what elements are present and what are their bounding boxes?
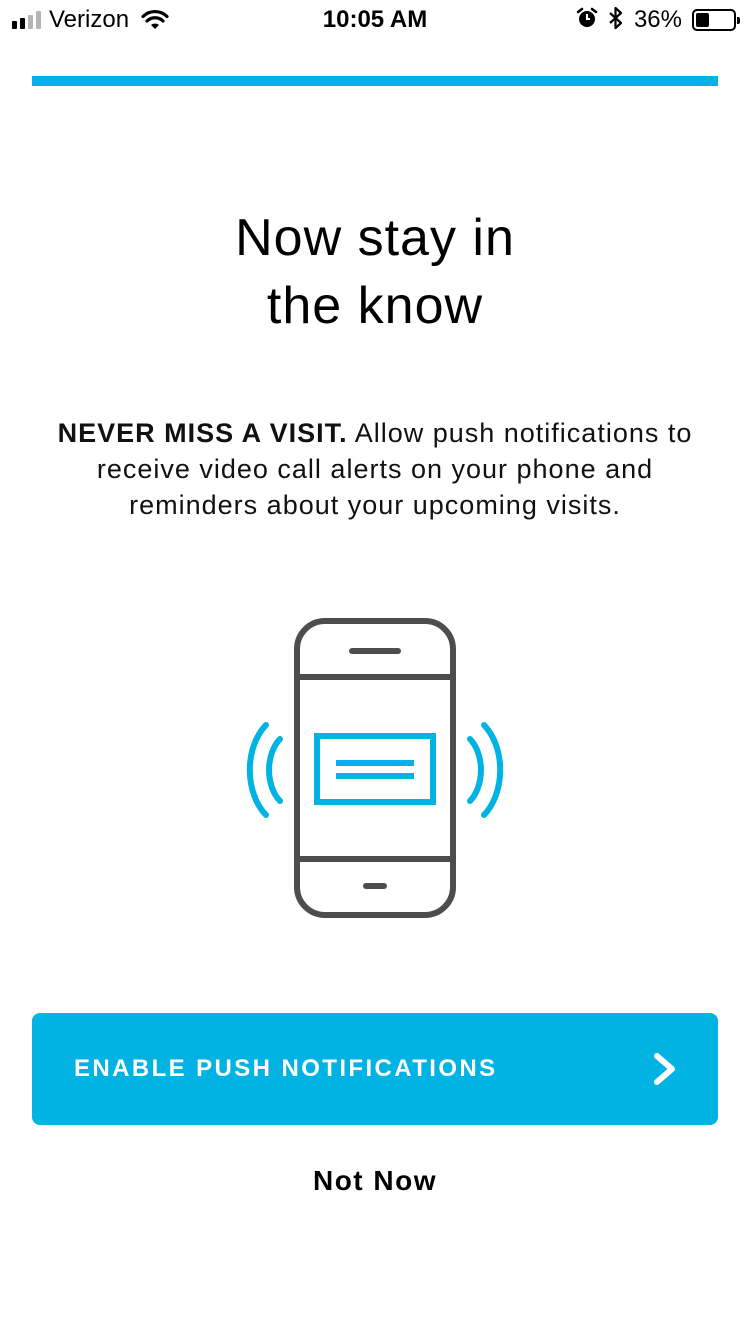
- status-bar-left: Verizon: [12, 6, 169, 34]
- signal-icon: [12, 11, 41, 29]
- battery-level: [696, 13, 709, 27]
- wifi-icon: [141, 9, 169, 31]
- bluetooth-icon: [608, 6, 624, 35]
- page-title: Now stay in the know: [235, 209, 515, 335]
- enable-push-notifications-button[interactable]: ENABLE PUSH NOTIFICATIONS: [32, 1013, 718, 1125]
- status-bar: Verizon 10:05 AM 36%: [0, 0, 750, 40]
- alarm-icon: [576, 7, 598, 34]
- progress-fill: [32, 76, 718, 86]
- status-bar-right: 36%: [576, 6, 740, 35]
- description: NEVER MISS A VISIT. Allow push notificat…: [30, 415, 720, 523]
- not-now-button[interactable]: Not Now: [0, 1165, 750, 1197]
- battery-icon: [692, 9, 740, 31]
- description-lead: NEVER MISS A VISIT.: [57, 418, 348, 448]
- battery-percent: 36%: [633, 6, 682, 33]
- vibrating-phone-notification-icon: [240, 615, 510, 925]
- carrier-name: Verizon: [49, 6, 130, 33]
- onboarding-progress-bar: [32, 76, 718, 86]
- enable-push-notifications-label: ENABLE PUSH NOTIFICATIONS: [74, 1055, 498, 1082]
- chevron-right-icon: [652, 1053, 678, 1085]
